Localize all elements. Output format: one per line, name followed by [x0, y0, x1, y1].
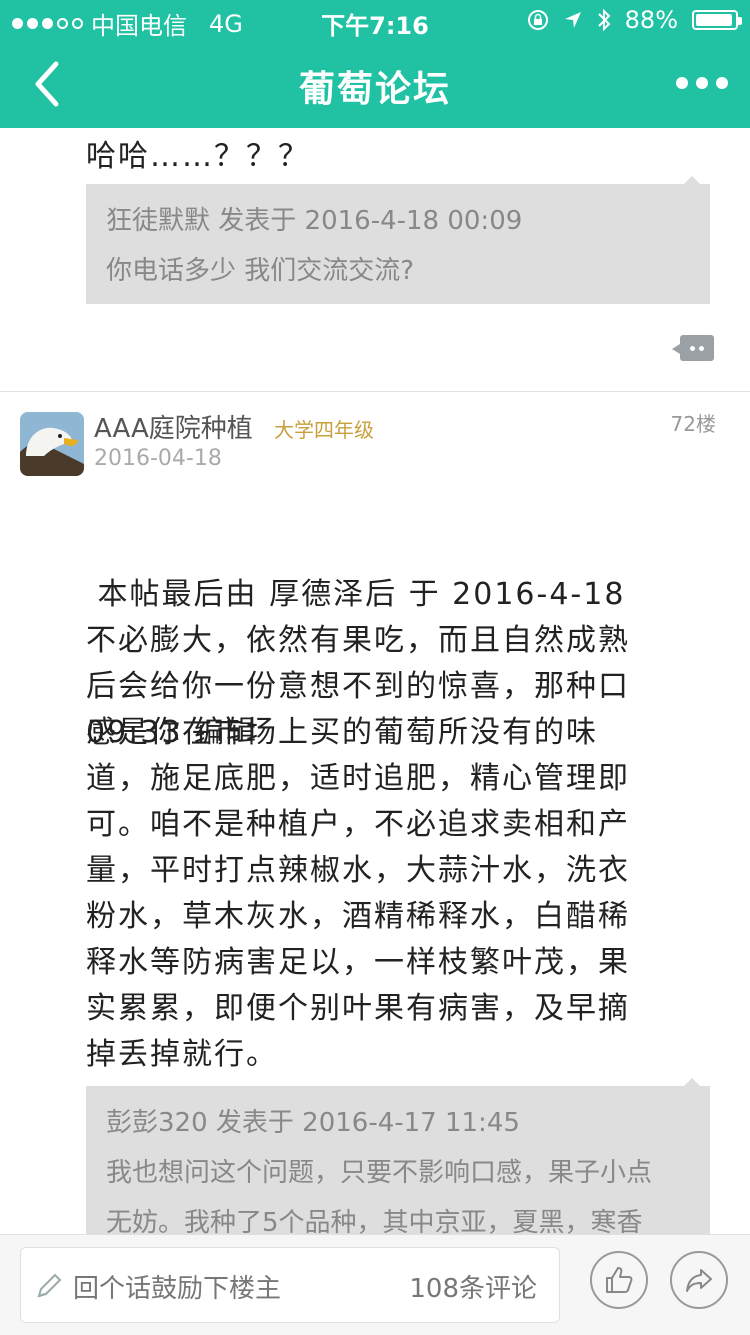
post-body-line: 可。咱不是种植户，不必追求卖相和产: [86, 807, 630, 842]
comment-input[interactable]: 回个话鼓励下楼主 108条评论: [20, 1247, 560, 1323]
quote-text-line: 无妨。我种了5个品种，其中京亚，夏黑，寒香: [106, 1208, 643, 1234]
nav-bar: 葡萄论坛: [0, 40, 750, 128]
share-arrow-icon: [686, 1269, 712, 1292]
post-body: 不必膨大，依然有果吃，而且自然成熟 后会给你一份意想不到的惊喜，那种口 感是你在…: [86, 618, 726, 1078]
post-body-line: 量，平时打点辣椒水，大蒜汁水，洗衣: [86, 853, 630, 888]
edit-notice-line: 本帖最后由 厚德泽后 于 2016-4-18: [86, 577, 626, 612]
quote-text: 你电话多少 我们交流交流?: [106, 256, 415, 286]
post-body-line: 后会给你一份意想不到的惊喜，那种口: [86, 669, 630, 704]
post-body-line: 粉水，草木灰水，酒精稀释水，白醋稀: [86, 899, 630, 934]
avatar[interactable]: [20, 412, 84, 476]
post-body-line: 实累累，即便个别叶果有病害，及早摘: [86, 991, 630, 1026]
header: 中国电信 4G 下午7:16 88% 葡萄论坛: [0, 0, 750, 128]
quote-meta: 彭彭320 发表于 2016-4-17 11:45: [106, 1108, 520, 1138]
floor-number: 72楼: [670, 412, 716, 436]
quote-block-prev: 狂徒默默 发表于 2016-4-18 00:09 你电话多少 我们交流交流?: [86, 176, 710, 304]
user-rank-badge: 大学四年级: [274, 418, 374, 442]
quote-block: 彭彭320 发表于 2016-4-17 11:45 我也想问这个问题，只要不影响…: [86, 1078, 710, 1234]
battery-percent: 88%: [624, 6, 678, 34]
battery-icon: [692, 10, 742, 30]
share-button[interactable]: [670, 1251, 728, 1309]
thread-content[interactable]: 哈哈……？？？ 狂徒默默 发表于 2016-4-18 00:09 你电话多少 我…: [0, 128, 750, 1234]
quote-meta: 狂徒默默 发表于 2016-4-18 00:09: [106, 206, 523, 236]
divider: [0, 391, 750, 392]
comment-count[interactable]: 108条评论: [409, 1268, 537, 1305]
eagle-avatar-icon: [20, 412, 84, 476]
status-bar: 中国电信 4G 下午7:16 88%: [0, 0, 750, 40]
more-options-button[interactable]: [676, 68, 732, 98]
comment-placeholder: 回个话鼓励下楼主: [73, 1274, 282, 1304]
bottom-bar: 回个话鼓励下楼主 108条评论: [0, 1234, 750, 1335]
like-button[interactable]: [590, 1251, 648, 1309]
post-body-line: 感是你在市场上买的葡萄所没有的味: [86, 715, 598, 750]
post-text-prev: 哈哈……？？？: [86, 139, 310, 174]
thumbs-up-icon: [606, 1267, 633, 1293]
reply-icon[interactable]: [672, 335, 714, 361]
post-body-line: 道，施足底肥，适时追肥，精心管理即: [86, 761, 630, 796]
post-date: 2016-04-18: [94, 446, 222, 471]
bluetooth-icon: [597, 8, 611, 32]
post-body-line: 释水等防病害足以，一样枝繁叶茂，果: [86, 945, 630, 980]
page-title: 葡萄论坛: [298, 69, 451, 110]
quote-text-line: 我也想问这个问题，只要不影响口感，果子小点: [106, 1158, 653, 1188]
location-icon: [564, 12, 581, 28]
username[interactable]: AAA庭院种植: [94, 408, 253, 445]
pencil-icon: [37, 1273, 62, 1298]
post-body-line: 掉丢掉就行。: [86, 1037, 278, 1072]
rotation-lock-icon: [527, 10, 548, 30]
post-body-line: 不必膨大，依然有果吃，而且自然成熟: [86, 623, 630, 658]
